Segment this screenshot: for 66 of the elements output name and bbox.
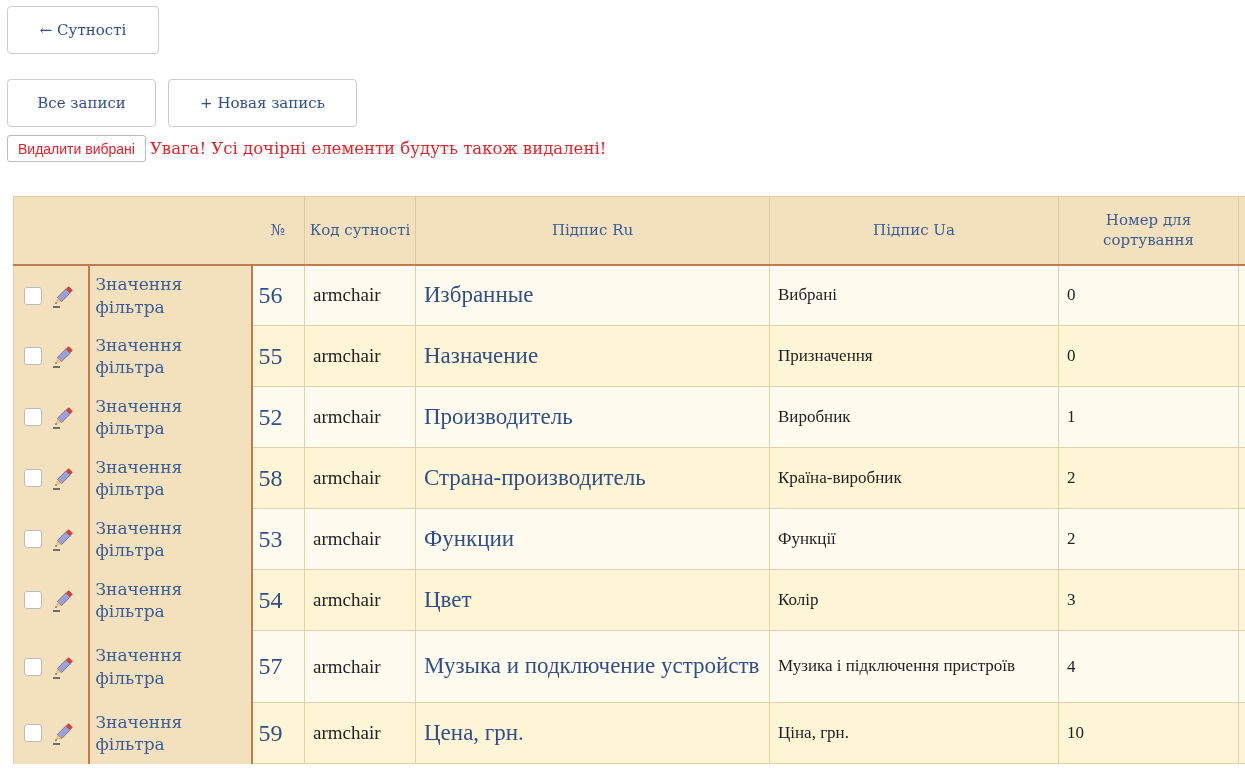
column-header[interactable]: Підпис Ua bbox=[769, 196, 1059, 265]
row-checkbox[interactable] bbox=[24, 591, 42, 609]
action-button[interactable]: Все записи bbox=[7, 79, 156, 127]
table-cell: 52 bbox=[251, 386, 305, 448]
table-cell: armchair bbox=[304, 508, 416, 570]
table-cell: Назначение bbox=[415, 325, 770, 387]
type-link[interactable]: Значення фільтра bbox=[88, 630, 252, 703]
table-cell: 54 bbox=[251, 569, 305, 631]
table-cell: Музика і підключення пристроїв bbox=[769, 630, 1059, 703]
type-link[interactable]: Значення фільтра bbox=[88, 325, 252, 387]
delete-selected-button[interactable]: Видалити вибрані bbox=[7, 135, 146, 162]
column-header[interactable]: Номер для сортування bbox=[1058, 196, 1239, 265]
table-cell: 55 bbox=[251, 325, 305, 387]
table-cell: armchair bbox=[304, 325, 416, 387]
table-cell: Ціна, грн. bbox=[769, 702, 1059, 764]
table-cell: Музыка и подключение устройств bbox=[415, 630, 770, 703]
type-link[interactable]: Значення фільтра bbox=[88, 569, 252, 631]
table-cell: Страна-производитель bbox=[415, 447, 770, 509]
row-checkbox[interactable] bbox=[24, 286, 42, 305]
row-checkbox[interactable] bbox=[24, 347, 42, 365]
table-cell: Вибрані bbox=[769, 264, 1059, 326]
table-cell: Производитель bbox=[415, 386, 770, 448]
table-cell: Виробник bbox=[769, 386, 1059, 448]
table-cell: 2 bbox=[1058, 508, 1239, 570]
back-button[interactable]: ← Сутності bbox=[7, 6, 159, 54]
type-link[interactable]: Значення фільтра bbox=[88, 386, 252, 448]
table-cell: 0 bbox=[1058, 264, 1239, 326]
row-checkbox[interactable] bbox=[24, 408, 42, 426]
table-cell: 1 bbox=[1058, 386, 1239, 448]
table-cell: Призначення bbox=[769, 325, 1059, 387]
action-button[interactable]: + Новая запись bbox=[168, 79, 357, 127]
table-cell: 0 bbox=[1058, 325, 1239, 387]
type-link[interactable]: Значення фільтра bbox=[88, 264, 252, 326]
table-cell: armchair bbox=[304, 569, 416, 631]
type-link[interactable]: Значення фільтра bbox=[88, 447, 252, 509]
column-header[interactable]: № bbox=[251, 196, 305, 265]
type-link[interactable]: Значення фільтра bbox=[88, 508, 252, 570]
row-checkbox[interactable] bbox=[24, 469, 42, 487]
table-cell: armchair bbox=[304, 630, 416, 703]
row-checkbox[interactable] bbox=[24, 530, 42, 548]
table-cell: Цена, грн. bbox=[415, 702, 770, 764]
table-cell: 56 bbox=[251, 264, 305, 326]
type-link[interactable]: Значення фільтра bbox=[88, 702, 252, 764]
table-cell: armchair bbox=[304, 264, 416, 326]
column-header[interactable]: Код сутності bbox=[304, 196, 416, 265]
table-cell: 57 bbox=[251, 630, 305, 703]
row-checkbox[interactable] bbox=[24, 724, 42, 742]
table-cell: 58 bbox=[251, 447, 305, 509]
table-cell: Колір bbox=[769, 569, 1059, 631]
table-cell: 10 bbox=[1058, 702, 1239, 764]
row-checkbox[interactable] bbox=[24, 657, 42, 676]
table-cell: Функції bbox=[769, 508, 1059, 570]
table-cell: armchair bbox=[304, 702, 416, 764]
table-cell: 3 bbox=[1058, 569, 1239, 631]
table-cell: armchair bbox=[304, 386, 416, 448]
table-cell: 59 bbox=[251, 702, 305, 764]
table-cell: armchair bbox=[304, 447, 416, 509]
warning-text: Увага! Усі дочірні елементи будуть також видалені! bbox=[149, 139, 607, 158]
table-cell: Цвет bbox=[415, 569, 770, 631]
table-cell: 4 bbox=[1058, 630, 1239, 703]
column-header[interactable]: Підпис Ru bbox=[415, 196, 770, 265]
table-cell: Функции bbox=[415, 508, 770, 570]
table-cell: 53 bbox=[251, 508, 305, 570]
table-cell: Країна-виробник bbox=[769, 447, 1059, 509]
table-cell: Избранные bbox=[415, 264, 770, 326]
table-cell: 2 bbox=[1058, 447, 1239, 509]
